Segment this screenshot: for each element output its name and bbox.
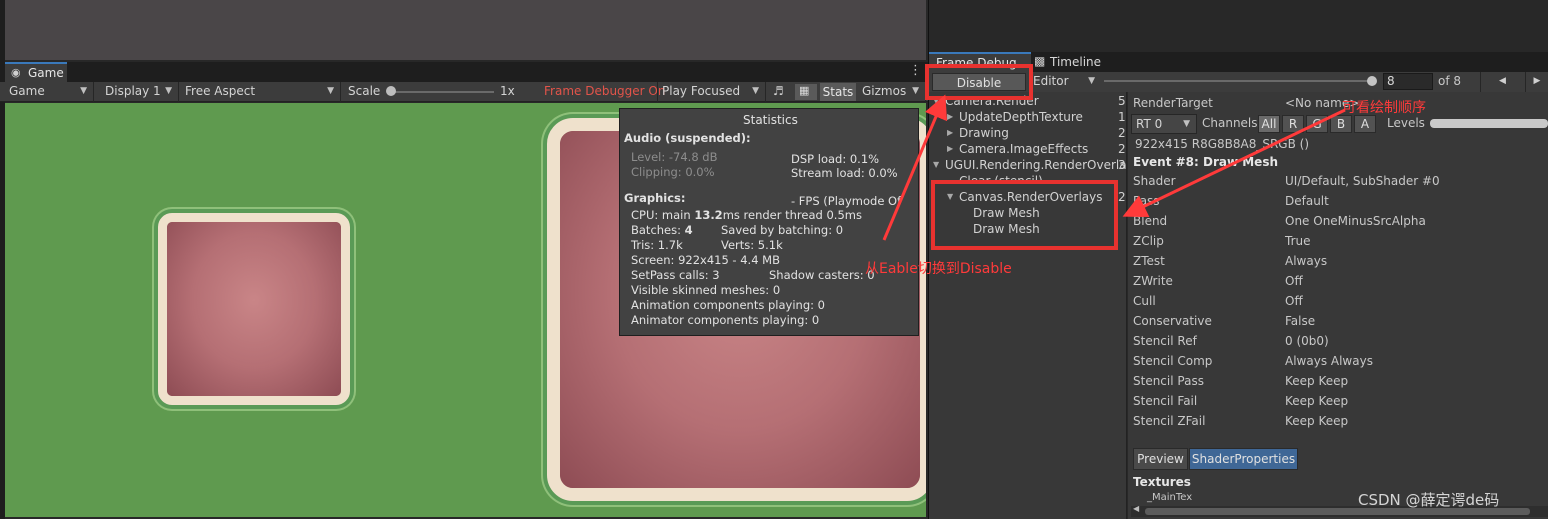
annotation-arrows: [882, 94, 1346, 241]
arrow-to-disable-button: [882, 94, 948, 241]
arrow-to-draw-mesh: [1122, 108, 1346, 218]
watermark: CSDN @薛定谔de码: [1358, 491, 1500, 509]
